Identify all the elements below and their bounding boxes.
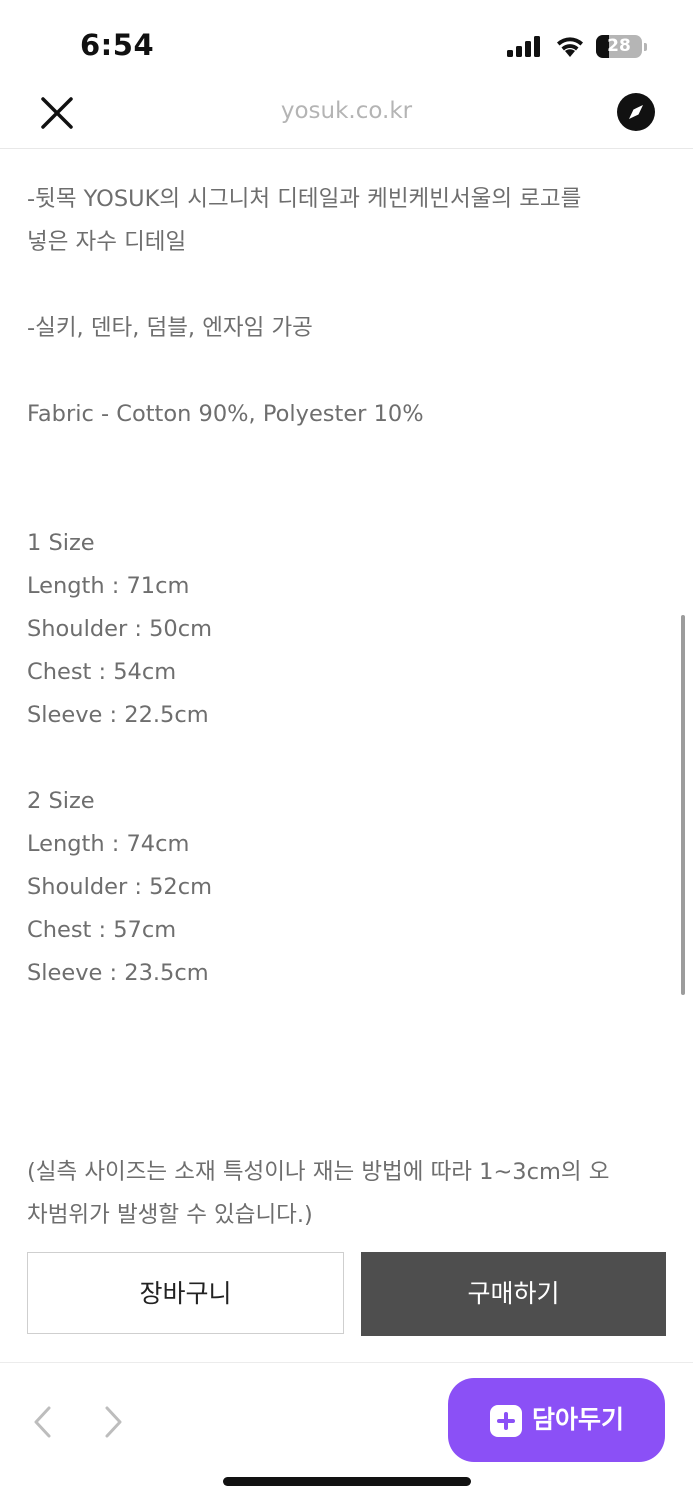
save-for-later-button[interactable]: 담아두기 xyxy=(448,1378,665,1462)
add-to-cart-button[interactable]: 장바구니 xyxy=(27,1252,344,1334)
compass-icon[interactable] xyxy=(616,92,656,132)
size-title: 2 Size xyxy=(27,788,95,814)
size-sleeve: Sleeve : 22.5cm xyxy=(27,702,209,728)
size-length: Length : 71cm xyxy=(27,573,190,599)
url-label[interactable]: yosuk.co.kr xyxy=(0,98,693,124)
size-chest: Chest : 57cm xyxy=(27,917,177,943)
size-note-line-1: (실측 사이즈는 소재 특성이나 재는 방법에 따라 1~3cm의 오 xyxy=(27,1159,610,1185)
fabric-text: Fabric - Cotton 90%, Polyester 10% xyxy=(27,401,424,427)
buy-now-button[interactable]: 구매하기 xyxy=(361,1252,666,1336)
battery-level: 28 xyxy=(607,36,631,56)
battery-icon: 28 xyxy=(596,35,647,58)
size-shoulder: Shoulder : 52cm xyxy=(27,874,212,900)
detail-line-2: 넣은 자수 디테일 xyxy=(27,229,187,255)
size-sleeve: Sleeve : 23.5cm xyxy=(27,960,209,986)
size-note-line-2: 차범위가 발생할 수 있습니다.) xyxy=(27,1202,313,1228)
plus-icon xyxy=(490,1405,522,1437)
purchase-bar: 장바구니 구매하기 xyxy=(0,1231,693,1363)
chevron-right-icon[interactable] xyxy=(100,1405,126,1439)
size-length: Length : 74cm xyxy=(27,831,190,857)
status-bar: 6:54 28 xyxy=(0,0,693,90)
detail-line-1: -뒷목 YOSUK의 시그니처 디테일과 케빈케빈서울의 로고를 xyxy=(27,186,582,212)
product-description: -뒷목 YOSUK의 시그니처 디테일과 케빈케빈서울의 로고를 넣은 자수 디… xyxy=(27,178,667,1231)
size-title: 1 Size xyxy=(27,530,95,556)
wifi-icon xyxy=(557,37,583,57)
chevron-left-icon[interactable] xyxy=(30,1405,56,1439)
scrollbar[interactable] xyxy=(681,615,685,995)
size-chest: Chest : 54cm xyxy=(27,659,177,685)
signal-icon xyxy=(507,36,540,57)
home-indicator xyxy=(223,1477,471,1486)
bottom-nav: 담아두기 xyxy=(0,1363,693,1500)
size-shoulder: Shoulder : 50cm xyxy=(27,616,212,642)
processing-text: -실키, 덴타, 덤블, 엔자임 가공 xyxy=(27,315,313,341)
status-time: 6:54 xyxy=(80,28,155,62)
browser-header: yosuk.co.kr xyxy=(0,90,693,149)
save-label: 담아두기 xyxy=(532,1405,625,1434)
